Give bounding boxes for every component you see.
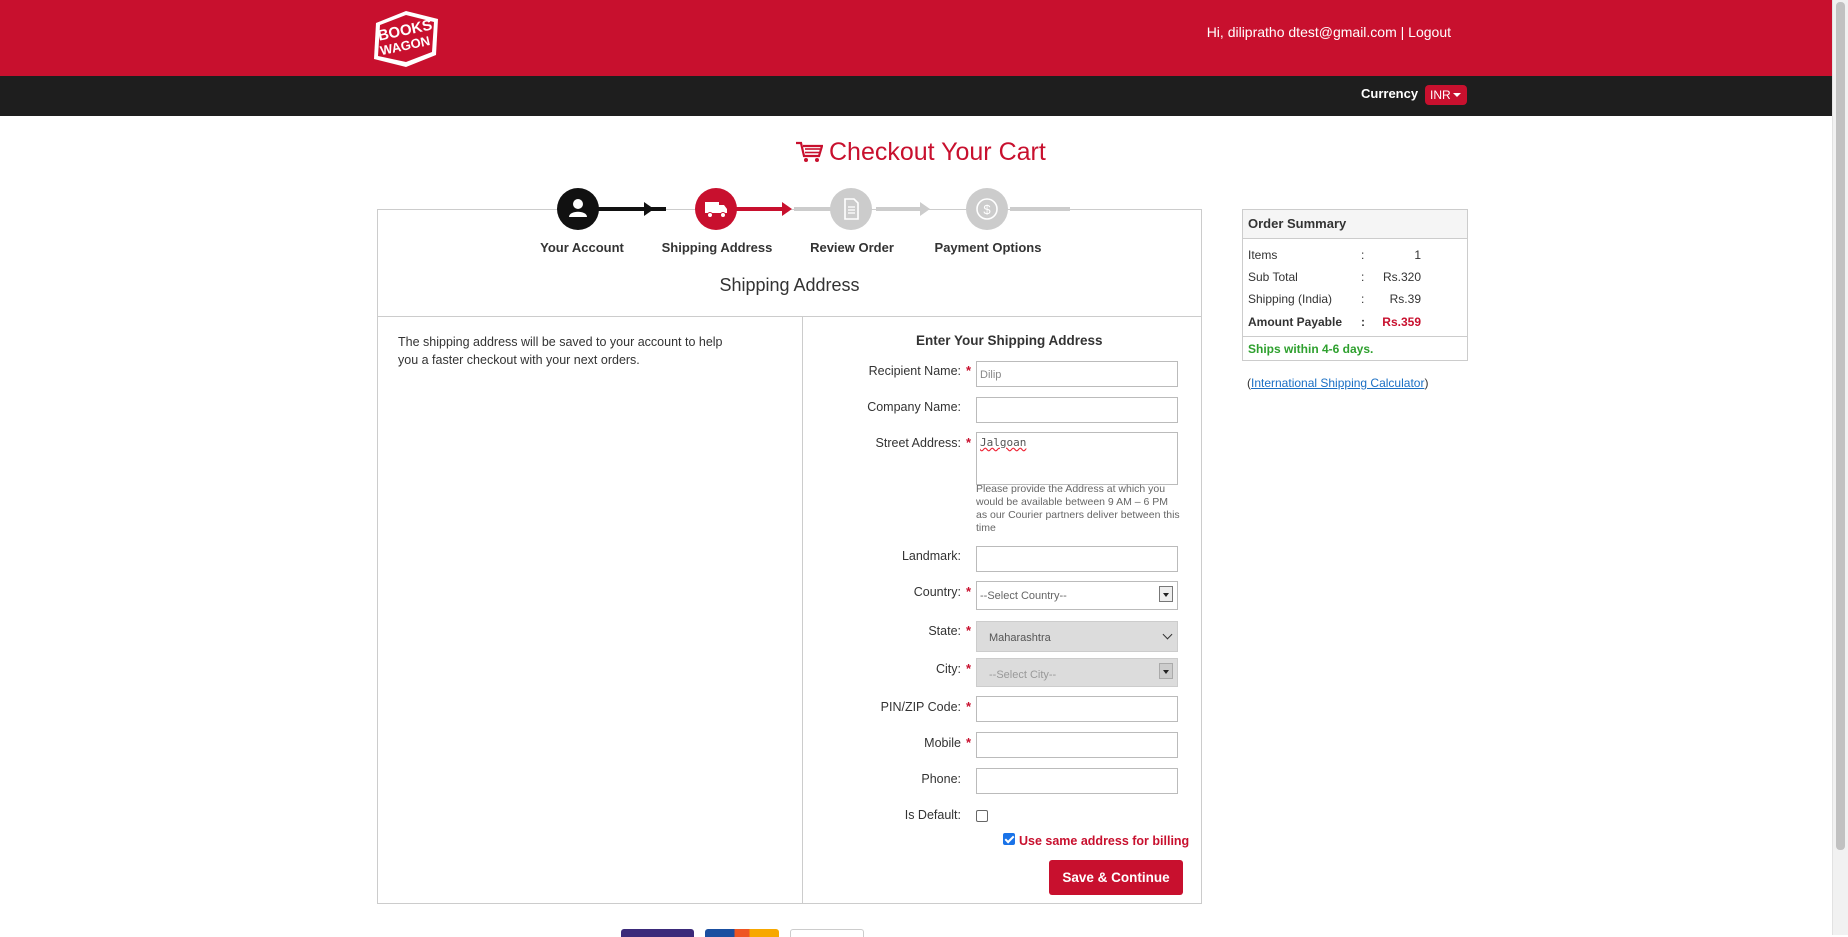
shipping-calculator-link[interactable]: International Shipping Calculator [1251,376,1424,390]
mobile-label: Mobile [924,736,961,750]
svg-text:$: $ [983,202,991,217]
step-label-payment-options: Payment Options [934,240,1042,255]
required-mark: * [966,661,972,676]
currency-bar: Currency INR [0,76,1833,116]
recipient-name-input[interactable]: Dilip [976,361,1178,387]
recipient-label: Recipient Name: [868,364,961,378]
city-select[interactable]: --Select City-- [976,658,1178,687]
step-shipping-address[interactable] [695,188,737,230]
form-heading: Enter Your Shipping Address [916,333,1103,348]
phone-input[interactable] [976,768,1178,794]
company-name-input[interactable] [976,397,1178,423]
same-billing-label[interactable]: Use same address for billing [1019,834,1189,848]
user-greeting: Hi, dilipratho dtest@gmail.com | Logout [1207,24,1451,40]
step-arrow-2 [782,202,792,216]
header-separator: | [1400,24,1405,40]
currency-label: Currency [1361,86,1419,101]
dropdown-arrow-icon [1159,586,1173,602]
step-label-your-account: Your Account [540,240,624,255]
caret-down-icon [1453,93,1461,97]
user-email: Hi, dilipratho dtest@gmail.com [1206,24,1397,40]
step-connector-1 [598,207,666,211]
ships-note: Ships within 4-6 days. [1248,342,1374,356]
page-title: Checkout Your Cart [795,138,1046,167]
page-scrollbar[interactable] [1832,0,1848,935]
same-billing-checkbox[interactable] [1003,833,1015,845]
dropdown-arrow-icon [1159,663,1173,679]
landmark-input[interactable] [976,546,1178,572]
country-select[interactable]: --Select Country-- [976,581,1178,610]
currency-dropdown[interactable]: INR [1425,85,1467,105]
is-default-label: Is Default: [904,808,961,822]
city-label: City: [936,662,961,676]
country-select-value: --Select Country-- [980,590,1067,602]
chevron-down-icon [1162,629,1173,640]
site-header: BOOKS WAGON Hi, dilipratho dtest@gmail.c… [0,0,1833,76]
currency-value: INR [1430,88,1451,102]
landmark-label: Landmark: [901,549,961,563]
state-select[interactable]: Maharashtra [976,621,1178,652]
required-mark: * [966,584,972,599]
dollar-icon: $ [976,198,998,220]
payment-logo [621,929,694,937]
step-connector-3 [794,207,834,211]
order-summary: Order Summary Items : 1 Sub Total : Rs.3… [1242,209,1468,361]
shipping-card: $ Your Account Shipping Address Review O… [377,188,1202,904]
step-label-review-order: Review Order [810,240,894,255]
pin-code-input[interactable] [976,696,1178,722]
step-label-shipping-address: Shipping Address [661,240,773,255]
phone-label: Phone: [921,772,961,786]
required-mark: * [966,699,972,714]
required-mark: * [966,735,972,750]
step-arrow-3 [920,202,930,216]
street-label: Street Address: [875,436,961,450]
save-continue-button[interactable]: Save & Continue [1049,860,1183,895]
step-review-order[interactable] [830,188,872,230]
page-title-text: Checkout Your Cart [829,138,1046,166]
mobile-input[interactable] [976,732,1178,758]
truck-icon [705,202,727,218]
user-icon [569,199,587,217]
state-label: State: [928,624,961,638]
company-label: Company Name: [867,400,961,414]
divider [1243,336,1467,337]
is-default-checkbox[interactable] [976,810,988,822]
required-mark: * [966,363,972,378]
logout-link[interactable]: Logout [1408,24,1451,40]
bookswagon-logo[interactable]: BOOKS WAGON [366,5,444,71]
street-address-textarea[interactable]: Jalgoan [976,432,1178,485]
step-payment-options[interactable]: $ [966,188,1008,230]
pin-label: PIN/ZIP Code: [880,700,961,714]
state-select-value: Maharashtra [989,632,1051,644]
street-address-value: Jalgoan [980,436,1027,449]
country-label: Country: [913,585,961,599]
info-note: The shipping address will be saved to yo… [398,335,723,367]
required-mark: * [966,435,972,450]
step-your-account[interactable] [557,188,599,230]
step-connector-5 [1010,207,1070,211]
step-arrow-1 [644,202,654,216]
document-icon [844,198,859,220]
city-select-value: --Select City-- [989,669,1057,681]
shipping-calculator: (International Shipping Calculator) [1247,376,1429,390]
divider [802,317,803,903]
required-mark: * [966,623,972,638]
order-summary-title: Order Summary [1243,210,1467,239]
payment-logo [790,929,864,937]
payment-logo [705,929,779,937]
cart-icon [796,141,824,162]
scrollbar-thumb[interactable] [1836,2,1845,850]
street-address-helper: Please provide the Address at which you … [976,483,1180,534]
step-connector-4 [876,207,920,211]
divider [378,316,1201,317]
section-title: Shipping Address [719,275,860,295]
